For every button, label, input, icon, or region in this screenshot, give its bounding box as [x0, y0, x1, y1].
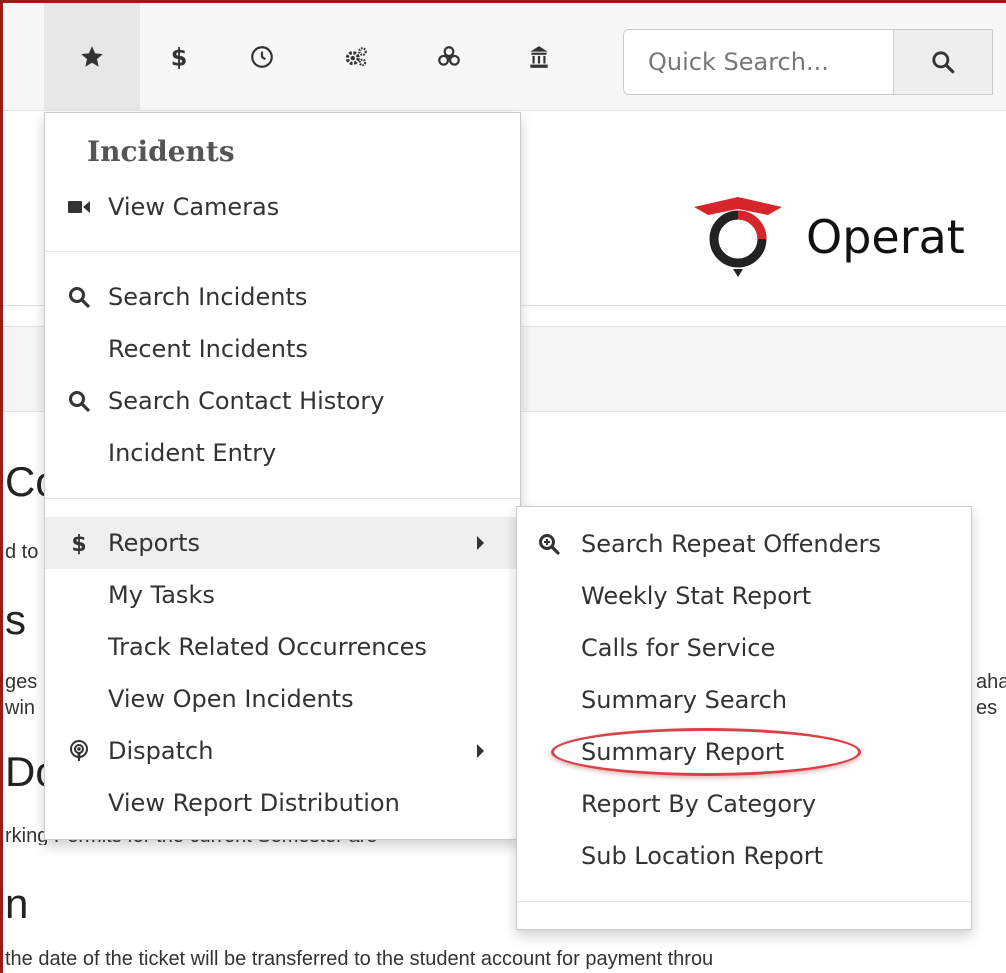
- bg-text-2b: win: [5, 697, 36, 719]
- submenu-caret-icon: [477, 536, 484, 550]
- search-plus-icon: [535, 530, 563, 558]
- svg-text:$: $: [171, 44, 188, 70]
- clock-icon[interactable]: [214, 3, 310, 111]
- reports-submenu: Search Repeat Offenders Weekly Stat Repo…: [516, 506, 972, 930]
- menu-item-label: Dispatch: [108, 737, 214, 765]
- menu-divider: [45, 251, 520, 252]
- submenu-item-label: Sub Location Report: [581, 842, 824, 870]
- menu-item-label: Search Incidents: [108, 283, 308, 311]
- menu-item-track-related-occurrences[interactable]: Track Related Occurrences: [45, 621, 520, 673]
- search-icon: [65, 387, 93, 415]
- incidents-dropdown-menu: Incidents View Cameras Search Incidents …: [44, 112, 521, 840]
- menu-item-label: Incident Entry: [108, 439, 277, 467]
- menu-item-search-incidents[interactable]: Search Incidents: [45, 271, 520, 323]
- menu-item-reports[interactable]: $ Reports: [45, 517, 520, 569]
- search-input[interactable]: [623, 29, 893, 95]
- bg-text-2a: ges: [5, 671, 38, 693]
- submenu-item-calls-for-service[interactable]: Calls for Service: [517, 622, 971, 674]
- menu-item-dispatch[interactable]: Dispatch: [45, 725, 520, 777]
- menu-item-incident-entry[interactable]: Incident Entry: [45, 427, 520, 479]
- brand-logo-area: Operat: [690, 195, 965, 279]
- submenu-caret-icon: [477, 744, 484, 758]
- menu-item-label: My Tasks: [108, 581, 215, 609]
- menu-item-label: View Open Incidents: [108, 685, 354, 713]
- bg-text-right-1: aha: [976, 671, 1006, 693]
- submenu-item-summary-report[interactable]: Summary Report: [517, 726, 971, 778]
- menu-item-label: Search Contact History: [108, 387, 385, 415]
- menu-item-label: Reports: [108, 529, 201, 557]
- search-icon: [932, 51, 955, 74]
- dollar-icon[interactable]: $: [131, 3, 227, 111]
- menu-item-label: View Report Distribution: [108, 789, 400, 817]
- building-icon[interactable]: [491, 3, 587, 111]
- menu-item-label: Recent Incidents: [108, 335, 308, 363]
- bg-text-right-2: es: [976, 697, 998, 719]
- shield-logo-icon: [694, 197, 782, 277]
- menu-item-view-open-incidents[interactable]: View Open Incidents: [45, 673, 520, 725]
- search-icon: [65, 283, 93, 311]
- submenu-item-weekly-stat-report[interactable]: Weekly Stat Report: [517, 570, 971, 622]
- svg-text:$: $: [71, 532, 86, 555]
- bg-text-1: d to: [5, 541, 39, 563]
- bg-heading-4: n: [5, 880, 29, 927]
- quick-search: [623, 29, 1003, 95]
- menu-item-label: Track Related Occurrences: [108, 633, 427, 661]
- video-camera-icon: [65, 193, 93, 221]
- submenu-item-label: Report By Category: [581, 790, 817, 818]
- biohazard-icon[interactable]: [401, 3, 497, 111]
- submenu-item-sub-location-report[interactable]: Sub Location Report: [517, 830, 971, 882]
- menu-item-label: View Cameras: [108, 193, 280, 221]
- pin-icon[interactable]: [0, 3, 37, 111]
- submenu-item-label: Weekly Stat Report: [581, 582, 812, 610]
- podcast-icon: [65, 737, 93, 765]
- top-navbar: $: [3, 3, 1006, 111]
- submenu-item-report-by-category[interactable]: Report By Category: [517, 778, 971, 830]
- menu-item-search-contact-history[interactable]: Search Contact History: [45, 375, 520, 427]
- submenu-item-label: Search Repeat Offenders: [581, 530, 881, 558]
- bg-text-4: the date of the ticket will be transferr…: [5, 948, 714, 970]
- dollar-icon: $: [65, 529, 93, 557]
- submenu-divider: [517, 901, 971, 902]
- gears-icon[interactable]: [308, 3, 404, 111]
- star-icon[interactable]: [44, 3, 140, 111]
- menu-header: Incidents: [87, 135, 235, 168]
- menu-item-view-report-distribution[interactable]: View Report Distribution: [45, 777, 520, 829]
- submenu-item-label: Calls for Service: [581, 634, 776, 662]
- submenu-item-summary-search[interactable]: Summary Search: [517, 674, 971, 726]
- submenu-item-search-repeat-offenders[interactable]: Search Repeat Offenders: [517, 518, 971, 570]
- submenu-item-label: Summary Search: [581, 686, 788, 714]
- bg-heading-2: s: [5, 596, 26, 643]
- menu-item-view-cameras[interactable]: View Cameras: [45, 181, 520, 233]
- brand-text: Operat: [806, 210, 965, 264]
- submenu-item-label: Summary Report: [581, 738, 785, 766]
- menu-item-my-tasks[interactable]: My Tasks: [45, 569, 520, 621]
- menu-divider: [45, 498, 520, 499]
- search-button[interactable]: [893, 29, 993, 95]
- menu-item-recent-incidents[interactable]: Recent Incidents: [45, 323, 520, 375]
